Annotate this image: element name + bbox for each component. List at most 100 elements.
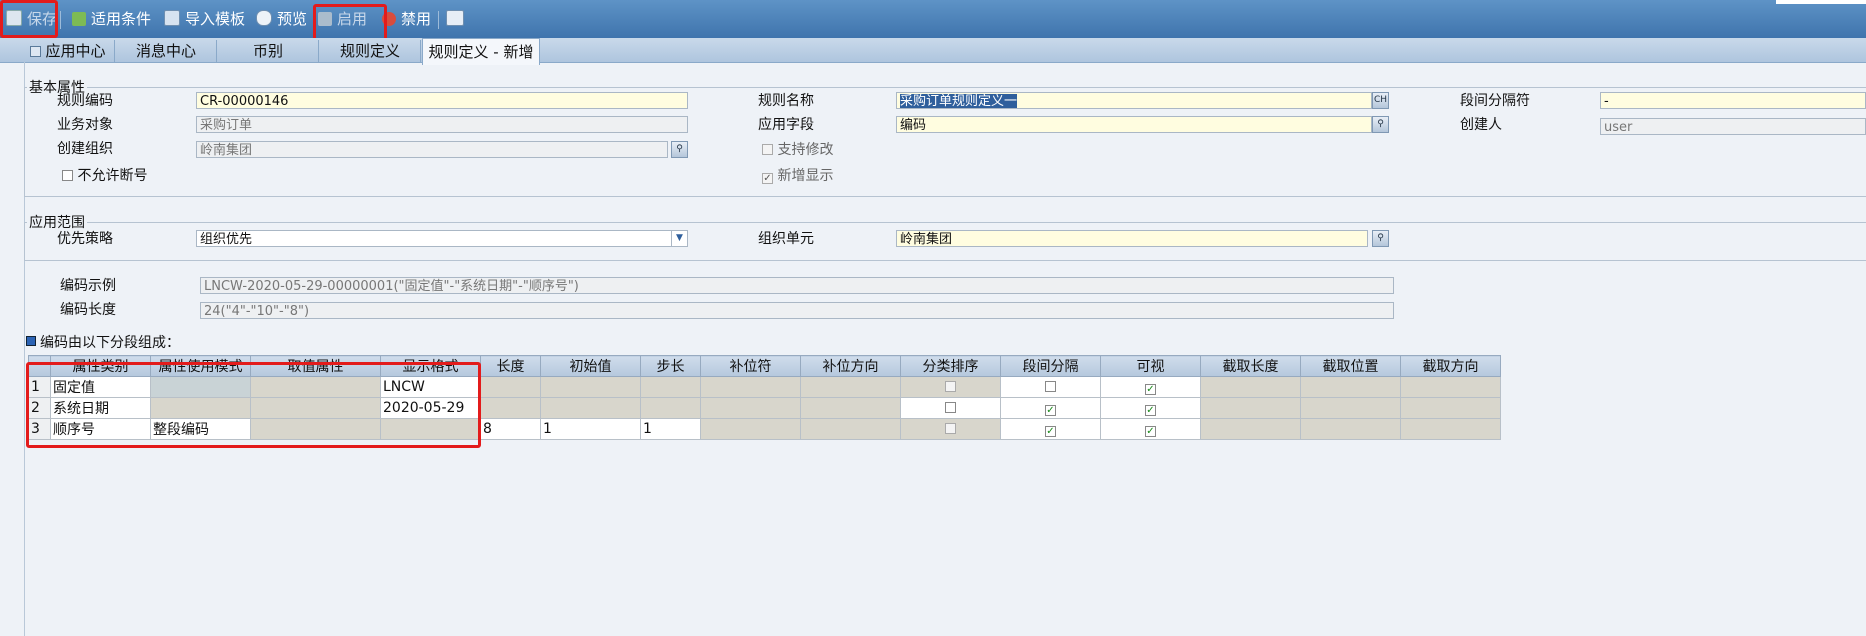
- sep-checkbox[interactable]: ✓: [1045, 426, 1056, 437]
- init-cell: [540, 376, 641, 398]
- column-header[interactable]: 补位方向: [800, 355, 901, 377]
- import-icon: [164, 10, 180, 26]
- tab-app-center[interactable]: 应用中心: [22, 40, 115, 62]
- code-example-field: LNCW-2020-05-29-00000001("固定值"-"系统日期"-"顺…: [200, 277, 1394, 294]
- creator-field: user: [1600, 118, 1866, 135]
- column-header[interactable]: 截取位置: [1300, 355, 1401, 377]
- import-template-button[interactable]: 导入模板: [164, 9, 245, 29]
- app-center-icon: [30, 46, 42, 57]
- apply-field-search-icon[interactable]: ⚲: [1372, 116, 1389, 133]
- no-break-checkbox[interactable]: [62, 170, 73, 181]
- sep-cell[interactable]: ✓: [1000, 397, 1101, 419]
- tab-rule-definition[interactable]: 规则定义: [320, 40, 421, 62]
- conditions-label: 适用条件: [91, 10, 152, 28]
- visible-cell[interactable]: ✓: [1100, 376, 1201, 398]
- support-modify-label: 支持修改: [777, 142, 834, 158]
- import-template-label: 导入模板: [185, 10, 246, 28]
- biz-object-label: 业务对象: [57, 117, 113, 133]
- chevron-down-icon[interactable]: ▼: [671, 230, 688, 247]
- sep-cell[interactable]: [1000, 376, 1101, 398]
- separator-field[interactable]: -: [1600, 92, 1866, 109]
- column-header[interactable]: 段间分隔: [1000, 355, 1101, 377]
- support-modify-option[interactable]: 支持修改: [762, 139, 833, 159]
- pad-cell: [700, 418, 801, 440]
- sort-cell[interactable]: [900, 397, 1001, 419]
- tab-label: 消息中心: [135, 42, 196, 60]
- visible-checkbox[interactable]: ✓: [1145, 405, 1156, 416]
- cut-dir-cell: [1400, 376, 1501, 398]
- priority-value: 组织优先: [200, 232, 253, 247]
- support-modify-checkbox[interactable]: [762, 144, 773, 155]
- tab-message-center[interactable]: 消息中心: [116, 40, 217, 62]
- separator-label: 段间分隔符: [1460, 93, 1530, 109]
- visible-cell[interactable]: ✓: [1100, 418, 1201, 440]
- sep-checkbox[interactable]: ✓: [1045, 405, 1056, 416]
- visible-cell[interactable]: ✓: [1100, 397, 1201, 419]
- length-cell[interactable]: 8: [480, 418, 541, 440]
- language-button[interactable]: CH: [1372, 92, 1389, 109]
- create-org-search-icon[interactable]: ⚲: [671, 141, 688, 158]
- cut-pos-cell: [1300, 397, 1401, 419]
- step-cell[interactable]: 1: [640, 418, 701, 440]
- tab-bar: 应用中心 消息中心 币别 规则定义 规则定义 - 新增: [0, 38, 1866, 65]
- priority-select[interactable]: 组织优先: [196, 230, 688, 247]
- org-unit-search-icon[interactable]: ⚲: [1372, 230, 1389, 247]
- column-header[interactable]: 补位符: [700, 355, 801, 377]
- code-length-field: 24("4"-"10"-"8"): [200, 302, 1394, 319]
- tab-label: 规则定义: [339, 42, 400, 60]
- length-cell: [480, 376, 541, 398]
- show-on-new-option[interactable]: ✓ 新增显示: [762, 165, 833, 185]
- cut-dir-cell: [1400, 418, 1501, 440]
- column-header[interactable]: 截取长度: [1200, 355, 1301, 377]
- rule-name-label: 规则名称: [758, 93, 814, 109]
- column-header[interactable]: 截取方向: [1400, 355, 1501, 377]
- tab-label: 规则定义 - 新增: [428, 43, 534, 61]
- cut-length-cell: [1200, 397, 1301, 419]
- init-cell: [540, 397, 641, 419]
- toolbar-divider: [438, 11, 439, 29]
- preview-button[interactable]: 预览: [256, 9, 307, 29]
- org-unit-field[interactable]: 岭南集团: [896, 230, 1368, 247]
- segments-title-text: 编码由以下分段组成：: [40, 335, 180, 351]
- column-header[interactable]: 可视: [1100, 355, 1201, 377]
- visible-checkbox[interactable]: ✓: [1145, 426, 1156, 437]
- sort-checkbox[interactable]: [945, 402, 956, 413]
- column-header[interactable]: 初始值: [540, 355, 641, 377]
- code-length-label: 编码长度: [60, 302, 116, 318]
- exit-button[interactable]: [446, 9, 469, 29]
- visible-checkbox[interactable]: ✓: [1145, 384, 1156, 395]
- creator-label: 创建人: [1460, 117, 1502, 133]
- sort-checkbox: [945, 381, 956, 392]
- create-org-field: 岭南集团: [196, 141, 668, 158]
- pad-cell: [700, 397, 801, 419]
- preview-icon: [256, 10, 272, 26]
- apply-field-field[interactable]: 编码: [896, 116, 1372, 133]
- rule-name-field[interactable]: 采购订单规则定义一: [896, 92, 1372, 109]
- pad-dir-cell: [800, 376, 901, 398]
- sep-checkbox[interactable]: [1045, 381, 1056, 392]
- window-edge: [1776, 0, 1866, 4]
- priority-label: 优先策略: [57, 231, 113, 247]
- toolbar-divider: [60, 11, 61, 29]
- show-on-new-checkbox[interactable]: ✓: [762, 173, 773, 184]
- tab-rule-definition-new[interactable]: 规则定义 - 新增: [422, 38, 540, 65]
- section-marker-icon: [26, 336, 36, 346]
- rule-code-field[interactable]: CR-00000146: [196, 92, 688, 109]
- disable-button[interactable]: 禁用: [382, 9, 431, 29]
- tab-currency[interactable]: 币别: [218, 40, 319, 62]
- conditions-button[interactable]: 适用条件: [72, 9, 151, 29]
- sort-cell: [900, 376, 1001, 398]
- apply-field-label: 应用字段: [758, 117, 814, 133]
- sep-cell[interactable]: ✓: [1000, 418, 1101, 440]
- column-header[interactable]: 分类排序: [900, 355, 1001, 377]
- column-header[interactable]: 步长: [640, 355, 701, 377]
- pad-dir-cell: [800, 418, 901, 440]
- no-break-option[interactable]: 不允许断号: [62, 165, 147, 185]
- length-cell: [480, 397, 541, 419]
- disable-label: 禁用: [401, 10, 432, 28]
- step-cell: [640, 397, 701, 419]
- preview-label: 预览: [277, 10, 308, 28]
- column-header[interactable]: 长度: [480, 355, 541, 377]
- init-cell[interactable]: 1: [540, 418, 641, 440]
- org-unit-label: 组织单元: [758, 231, 814, 247]
